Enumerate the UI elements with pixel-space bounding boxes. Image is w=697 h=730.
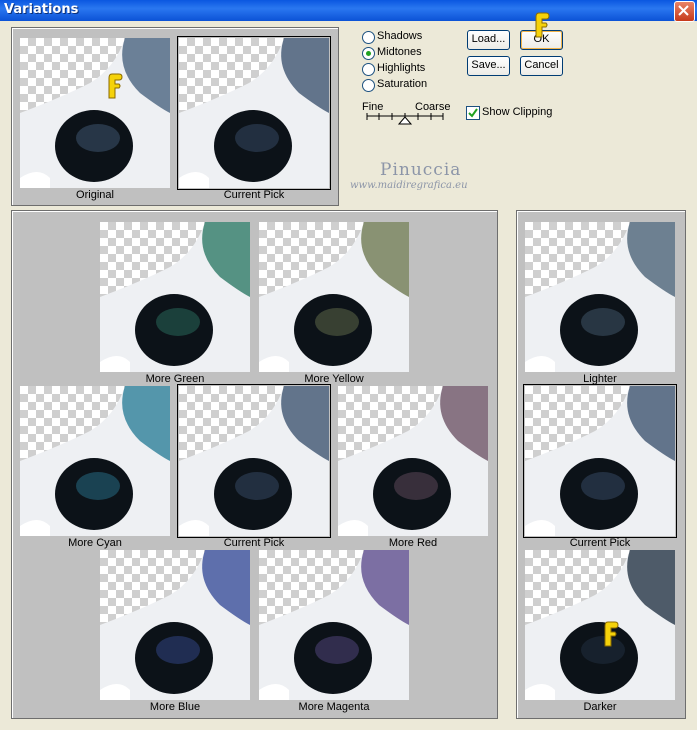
more-green-thumbnail[interactable] <box>100 222 250 372</box>
lighter-thumbnail[interactable] <box>525 222 675 372</box>
window-title: Variations <box>4 2 79 17</box>
cancel-button[interactable]: Cancel <box>520 56 563 76</box>
thumbnail-image <box>259 222 409 372</box>
slider-thumb-icon <box>397 116 413 125</box>
more-yellow-thumbnail[interactable] <box>259 222 409 372</box>
pointing-hand-icon <box>535 12 550 38</box>
close-button[interactable] <box>674 1 695 22</box>
original-thumbnail <box>20 38 170 188</box>
show-clipping-checkbox[interactable] <box>466 106 480 120</box>
thumbnail-image <box>20 38 170 188</box>
thumbnail-image <box>259 550 409 700</box>
current-pick-center-thumbnail[interactable] <box>177 384 331 538</box>
thumbnail-image <box>525 222 675 372</box>
more-red-thumbnail[interactable] <box>338 386 488 536</box>
current-pick-caption: Current Pick <box>223 189 285 201</box>
more-magenta-caption: More Magenta <box>298 701 370 713</box>
show-clipping-label: Show Clipping <box>482 106 553 118</box>
radio-dot <box>362 31 375 44</box>
thumbnail-image <box>525 386 675 536</box>
thumbnail-image <box>100 550 250 700</box>
pointing-hand-icon <box>108 73 123 99</box>
radio-dot <box>362 63 375 76</box>
load-button[interactable]: Load... <box>467 30 510 50</box>
current-pick-brightness-thumbnail[interactable] <box>523 384 677 538</box>
more-cyan-caption: More Cyan <box>68 537 122 549</box>
more-cyan-thumbnail[interactable] <box>20 386 170 536</box>
current-pick-brightness-caption: Current Pick <box>569 537 631 549</box>
radio-label: Shadows <box>377 30 423 42</box>
darker-caption: Darker <box>583 701 617 713</box>
more-green-caption: More Green <box>145 373 205 385</box>
fine-coarse-slider[interactable] <box>365 112 445 128</box>
thumbnail-image <box>338 386 488 536</box>
thumbnail-image <box>100 222 250 372</box>
radio-label: Midtones <box>377 46 422 58</box>
radio-label: Highlights <box>377 62 426 74</box>
more-blue-caption: More Blue <box>149 701 201 713</box>
checkmark-icon <box>468 108 478 118</box>
current-pick-thumbnail <box>177 36 331 190</box>
radio-dot <box>362 79 375 92</box>
current-pick-center-caption: Current Pick <box>223 537 285 549</box>
more-magenta-thumbnail[interactable] <box>259 550 409 700</box>
title-bar: Variations <box>0 0 697 22</box>
pointing-hand-icon <box>604 621 619 647</box>
watermark-name: Pinuccia <box>380 160 462 180</box>
save-button[interactable]: Save... <box>467 56 510 76</box>
more-red-caption: More Red <box>388 537 438 549</box>
watermark-url: www.maidiregrafica.eu <box>350 180 468 191</box>
more-yellow-caption: More Yellow <box>304 373 364 385</box>
more-blue-thumbnail[interactable] <box>100 550 250 700</box>
original-caption: Original <box>76 189 114 201</box>
radio-label: Saturation <box>377 78 428 90</box>
thumbnail-image <box>20 386 170 536</box>
radio-dot <box>362 47 375 60</box>
thumbnail-image <box>179 38 329 188</box>
close-icon <box>678 5 689 16</box>
thumbnail-image <box>179 386 329 536</box>
lighter-caption: Lighter <box>583 373 617 385</box>
